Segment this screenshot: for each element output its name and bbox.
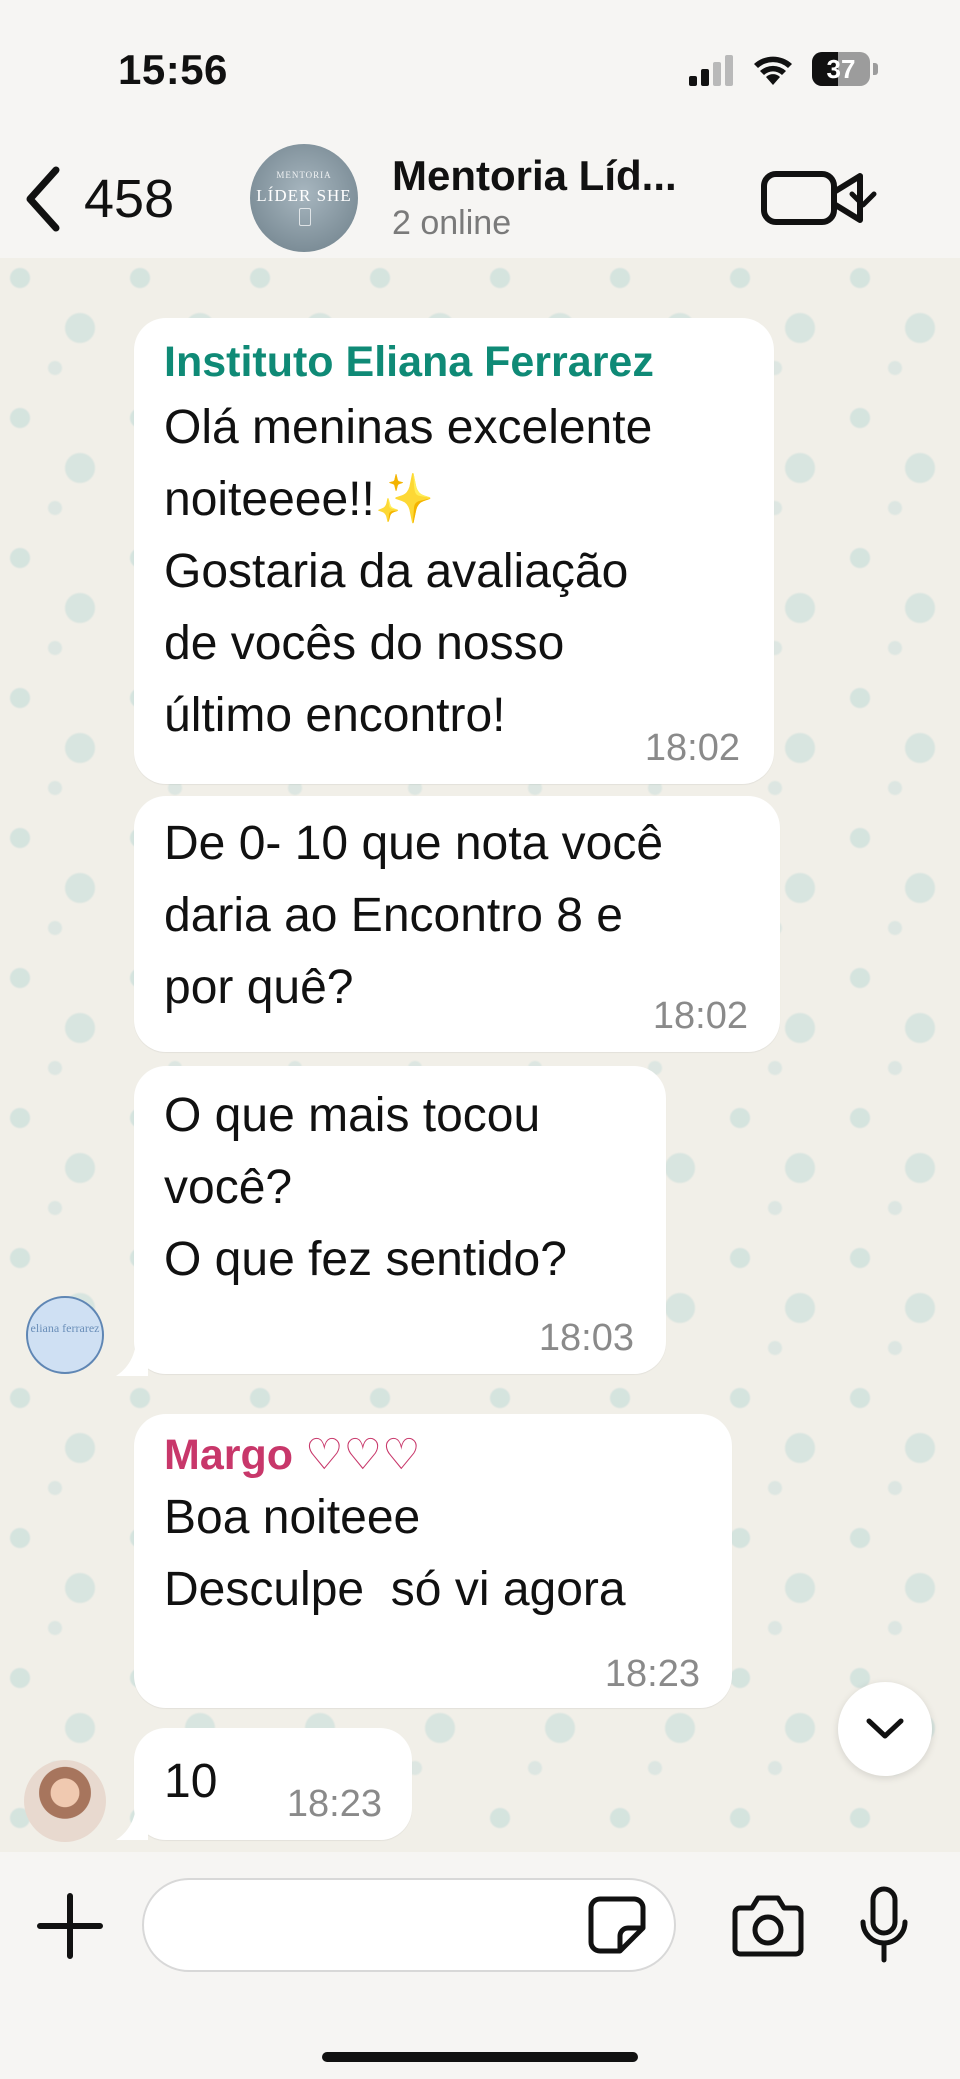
home-indicator — [322, 2052, 638, 2062]
avatar-small-text: MENTORIA — [276, 170, 332, 180]
message-bubble[interactable]: 10 18:23 — [134, 1728, 412, 1840]
chevron-down-icon[interactable] — [848, 190, 878, 210]
battery-level: 37 — [826, 54, 856, 84]
message-bubble[interactable]: Instituto Eliana Ferrarez Olá meninas ex… — [134, 318, 774, 784]
plus-icon[interactable] — [36, 1892, 104, 1960]
message-text: Boa noiteee Desculpe só vi agora — [164, 1491, 626, 1616]
message-bubble[interactable]: O que mais tocou você? O que fez sentido… — [134, 1066, 666, 1374]
input-bar — [0, 1852, 960, 2079]
message-text: O que mais tocou você? O que fez sentido… — [164, 1089, 567, 1286]
message-sender: Instituto Eliana Ferrarez — [164, 338, 654, 386]
group-name[interactable]: Mentoria Líd... — [392, 152, 677, 200]
message-time: 18:02 — [644, 727, 740, 769]
status-time: 15:56 — [118, 46, 228, 93]
battery-icon: 37 — [812, 52, 870, 86]
message-bubble[interactable]: De 0- 10 que nota você daria ao Encontro… — [134, 796, 780, 1052]
message-time: 18:02 — [652, 995, 748, 1037]
chevron-down-icon — [866, 1718, 904, 1739]
back-button[interactable]: 458 — [22, 164, 174, 234]
message-sender: Margo ♡♡♡ — [164, 1431, 421, 1479]
message-time: 18:23 — [286, 1783, 382, 1825]
group-avatar[interactable]: MENTORIA LÍDER SHE — [250, 144, 358, 252]
status-bar: 15:56 37 — [0, 0, 960, 140]
avatar-mark — [299, 208, 311, 226]
sender-avatar[interactable] — [24, 1760, 106, 1842]
microphone-icon[interactable] — [858, 1886, 910, 1964]
message-time: 18:03 — [538, 1317, 634, 1359]
chat-area[interactable]: Instituto Eliana Ferrarez Olá meninas ex… — [0, 258, 960, 1852]
sender-avatar[interactable]: eliana ferrarez — [26, 1296, 104, 1374]
message-text: De 0- 10 que nota você daria ao Encontro… — [164, 817, 664, 1014]
message-text: 10 — [164, 1755, 218, 1808]
message-text: Olá meninas excelente noiteeee!!✨ Gostar… — [164, 401, 653, 742]
bubble-tail — [116, 1342, 148, 1376]
wifi-icon — [754, 56, 792, 85]
camera-icon[interactable] — [732, 1892, 804, 1958]
bubble-tail — [116, 1806, 148, 1840]
message-time: 18:23 — [604, 1653, 700, 1695]
avatar-big-text: LÍDER SHE — [256, 186, 352, 205]
group-online-status: 2 online — [392, 204, 512, 242]
back-chevron-icon — [26, 166, 60, 232]
unread-count: 458 — [84, 169, 175, 229]
scroll-down-button[interactable] — [838, 1682, 932, 1776]
chat-header: 458 MENTORIA LÍDER SHE Mentoria Líd... 2… — [0, 140, 960, 258]
signal-icon — [689, 55, 733, 86]
message-bubble[interactable]: Margo ♡♡♡ Boa noiteee Desculpe só vi ago… — [134, 1414, 732, 1708]
sticker-icon[interactable] — [586, 1894, 648, 1956]
battery-cap — [873, 63, 878, 75]
